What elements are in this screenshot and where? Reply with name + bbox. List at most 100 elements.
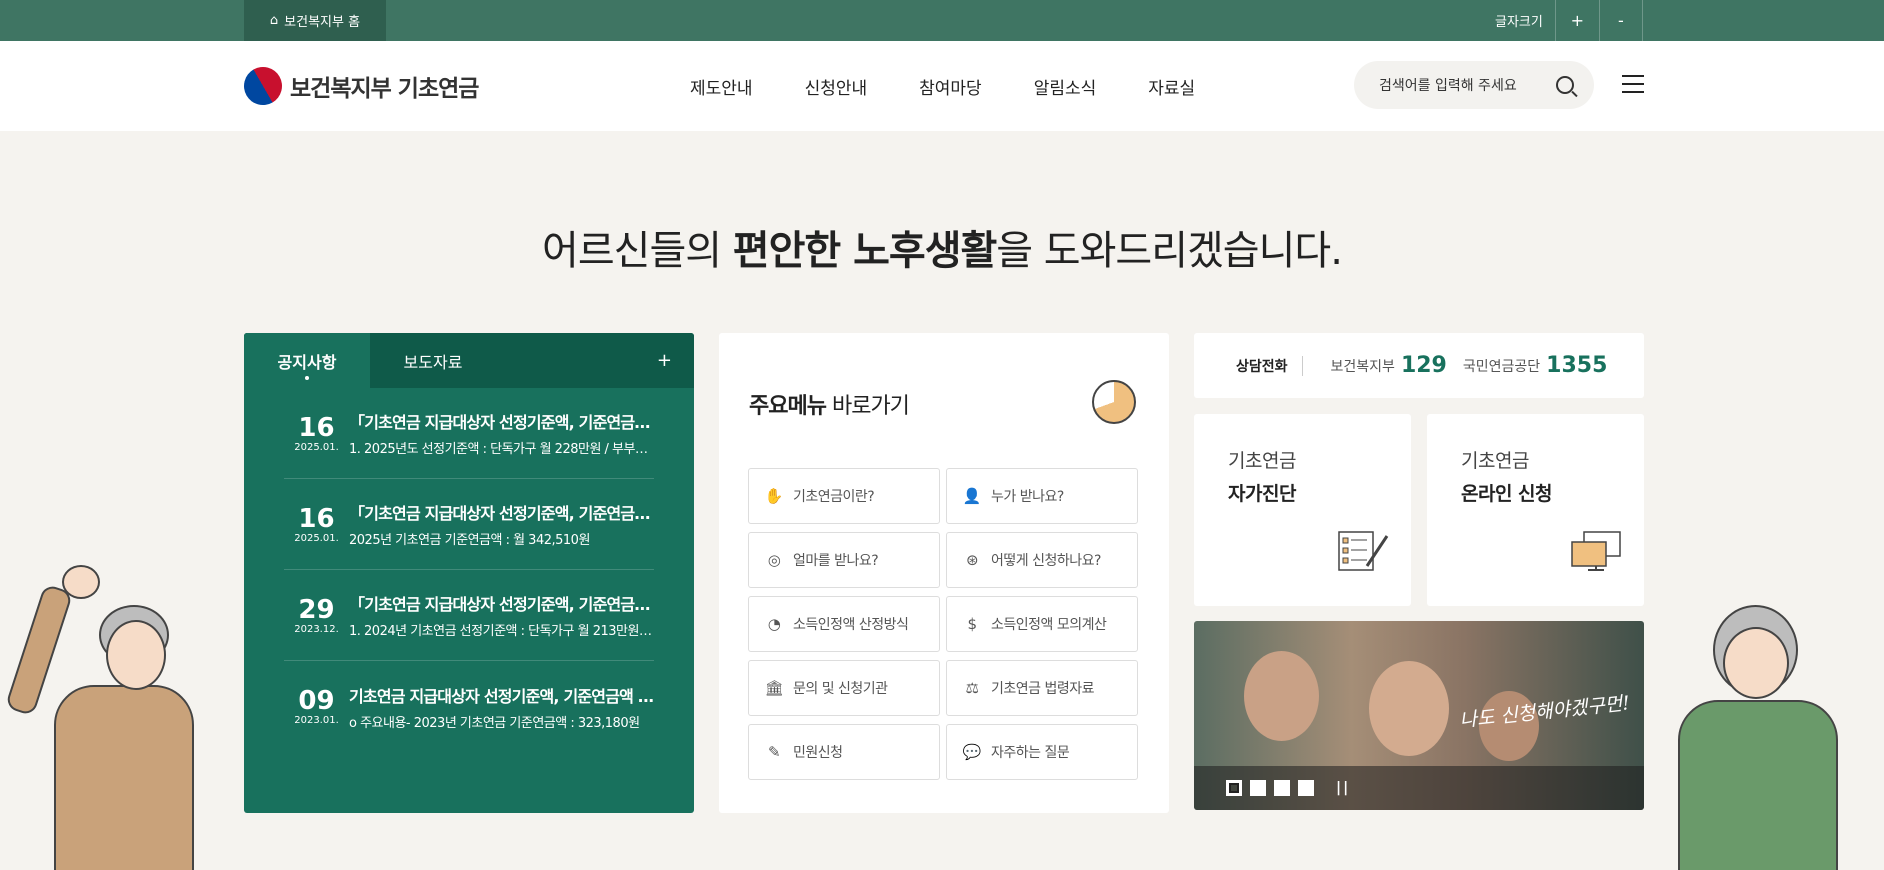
banner-dot[interactable] [1274, 780, 1290, 796]
grandmother-body [1678, 700, 1838, 870]
notice-item[interactable]: 16 2025.01. 「기초연금 지급대상자 선정기준액, 기준연금액 고시」… [284, 388, 654, 479]
notice-year-month: 2023.12. [294, 623, 339, 635]
bank-icon: 🏛 [764, 679, 784, 697]
nav-item-news[interactable]: 알림소식 [1034, 74, 1097, 99]
home-link[interactable]: ⌂ 보건복지부 홈 [244, 0, 386, 41]
pie-chart-icon [1092, 380, 1136, 424]
font-size-controls: 글자크기 + - [1483, 0, 1643, 41]
notice-day: 16 [298, 503, 335, 534]
quick-item-label: 자주하는 질문 [991, 745, 1070, 761]
quick-item-what-is-pension[interactable]: ✋ 기초연금이란? [748, 468, 940, 524]
quick-item-label: 기초연금이란? [793, 489, 875, 505]
quick-item-label: 얼마를 받나요? [793, 553, 879, 569]
call-org-mohw: 보건복지부 [1330, 358, 1395, 375]
quick-item-label: 소득인정액 산정방식 [793, 617, 909, 633]
quick-item-how-much[interactable]: ◎ 얼마를 받나요? [748, 532, 940, 588]
banner-photo [1244, 651, 1319, 741]
gavel-icon: ⚖ [965, 679, 979, 697]
call-number-mohw[interactable]: 129 [1401, 353, 1447, 378]
banner-controls: || [1194, 766, 1644, 810]
search-placeholder: 검색어를 입력해 주세요 [1379, 78, 1517, 94]
taegeuk-logo-icon [237, 60, 289, 112]
search-icon[interactable] [1556, 76, 1574, 94]
home-icon: ⌂ [269, 13, 279, 28]
banner-dot[interactable] [1226, 780, 1242, 796]
quick-item-inquiry-offices[interactable]: 🏛 문의 및 신청기관 [748, 660, 940, 716]
notice-item[interactable]: 29 2023.12. 「기초연금 지급대상자 선정기준액, 기준연금액 고시」… [284, 570, 654, 661]
hero-text-bold: 편안한 노후생활 [732, 228, 998, 274]
nav-item-participation[interactable]: 참여마당 [919, 74, 982, 99]
notice-text: 「기초연금 지급대상자 선정기준액, 기준연금액 고시」 개정 2025년 기초… [349, 500, 654, 548]
top-utility-bar: ⌂ 보건복지부 홈 글자크기 + - [0, 0, 1884, 41]
quick-item-label: 민원신청 [793, 745, 843, 761]
notice-day: 29 [298, 594, 335, 625]
quick-item-civil-request[interactable]: ✎ 민원신청 [748, 724, 940, 780]
notice-list: 16 2025.01. 「기초연금 지급대상자 선정기준액, 기준연금액 고시」… [244, 388, 694, 752]
nav-item-application-guide[interactable]: 신청안내 [805, 74, 868, 99]
pause-icon[interactable]: || [1336, 780, 1350, 796]
notice-date: 09 2023.01. [284, 687, 349, 726]
promo-banner[interactable]: 나도 신청해야겠구먼! || [1194, 621, 1644, 810]
notice-item[interactable]: 16 2025.01. 「기초연금 지급대상자 선정기준액, 기준연금액 고시」… [284, 479, 654, 570]
quick-menu-title-bold: 주요메뉴 [749, 394, 827, 419]
coin-hand-icon: ✋ [764, 487, 784, 505]
font-size-increase-button[interactable]: + [1554, 0, 1599, 41]
card-line2: 온라인 신청 [1461, 483, 1553, 505]
notice-summary: 1. 2025년도 선정기준액 : 단독가구 월 228만원 / 부부가구 월 … [349, 442, 654, 457]
notice-more-button[interactable]: + [657, 333, 672, 388]
home-link-label: 보건복지부 홈 [284, 15, 361, 30]
notice-year-month: 2023.01. [294, 715, 339, 726]
banner-dot[interactable] [1250, 780, 1266, 796]
call-org-nps: 국민연금공단 [1462, 358, 1541, 375]
hamburger-menu-icon[interactable] [1622, 75, 1644, 93]
nav-item-system-guide[interactable]: 제도안내 [690, 74, 753, 99]
font-size-decrease-button[interactable]: - [1598, 0, 1643, 41]
grandfather-illustration [4, 565, 229, 870]
notice-title: 「기초연금 지급대상자 선정기준액, 기준연금액 고시」 개정 [349, 413, 654, 432]
self-diagnosis-card[interactable]: 기초연금 자가진단 [1194, 414, 1411, 606]
banner-dot[interactable] [1298, 780, 1314, 796]
quick-item-faq[interactable]: 💬 자주하는 질문 [946, 724, 1138, 780]
quick-item-income-simulation[interactable]: $ 소득인정액 모의계산 [946, 596, 1138, 652]
chat-bubble-icon: 💬 [962, 743, 982, 761]
notice-tabs: 공지사항 보도자료 + [244, 333, 694, 388]
notice-summary: o 주요내용- 2023년 기초연금 기준연금액 : 323,180원 [349, 715, 640, 731]
grandfather-arm [4, 583, 74, 717]
card-line1: 기초연금 [1228, 450, 1296, 472]
quick-menu-panel: 주요메뉴 바로가기 ✋ 기초연금이란? 👤 누가 받나요? ◎ 얼마를 받나요? ⊛ 어… [719, 333, 1169, 813]
notice-text: 「기초연금 지급대상자 선정기준액, 기준연금액 고시」 개정 1. 2025년… [349, 409, 654, 457]
hero-text-post: 을 도와드리겠습니다. [996, 228, 1343, 274]
money-bag-icon: $ [967, 615, 977, 633]
piggy-bank-icon: ◔ [767, 615, 781, 633]
notice-date: 29 2023.12. [284, 596, 349, 635]
call-number-nps[interactable]: 1355 [1546, 353, 1607, 378]
tab-notices[interactable]: 공지사항 [244, 333, 370, 388]
call-center-box: 상담전화 보건복지부 129 국민연금공단 1355 [1194, 333, 1644, 398]
notice-date: 16 2025.01. [284, 414, 349, 453]
quick-item-who-receives[interactable]: 👤 누가 받나요? [946, 468, 1138, 524]
notice-text: 「기초연금 지급대상자 선정기준액, 기준연금액 고시」 개정 1. 2024년… [349, 591, 654, 639]
nav-item-archive[interactable]: 자료실 [1148, 74, 1195, 99]
search-input[interactable]: 검색어를 입력해 주세요 [1354, 61, 1594, 109]
notice-year-month: 2025.01. [294, 532, 339, 544]
notice-year-month: 2025.01. [294, 441, 339, 453]
grandmother-illustration [1658, 605, 1858, 870]
person-icon: 👤 [962, 487, 982, 505]
notice-title: 「기초연금 지급대상자 선정기준액, 기준연금액 고시」 개정 [349, 595, 654, 614]
main-nav: 제도안내 신청안내 참여마당 알림소식 자료실 [690, 41, 1195, 131]
quick-menu-title-rest: 바로가기 [825, 394, 910, 419]
online-application-card[interactable]: 기초연금 온라인 신청 [1427, 414, 1644, 606]
quick-item-label: 소득인정액 모의계산 [991, 617, 1107, 633]
site-header: 보건복지부 기초연금 제도안내 신청안내 참여마당 알림소식 자료실 검색어를 … [0, 41, 1884, 131]
quick-item-legal-docs[interactable]: ⚖ 기초연금 법령자료 [946, 660, 1138, 716]
quick-item-label: 누가 받나요? [991, 489, 1064, 505]
tab-press-releases[interactable]: 보도자료 [370, 333, 496, 388]
notice-day: 16 [298, 412, 335, 443]
notice-item[interactable]: 09 2023.01. 기초연금 지급대상자 선정기준액, 기준연금액 고시 개… [284, 661, 654, 752]
site-logo[interactable]: 보건복지부 기초연금 [237, 60, 479, 112]
card-line2: 자가진단 [1228, 483, 1296, 505]
quick-item-how-to-apply[interactable]: ⊛ 어떻게 신청하나요? [946, 532, 1138, 588]
notice-title: 「기초연금 지급대상자 선정기준액, 기준연금액 고시」 개정 [349, 504, 654, 523]
notice-board: 공지사항 보도자료 + 16 2025.01. 「기초연금 지급대상자 선정기준… [244, 333, 694, 813]
quick-item-income-method[interactable]: ◔ 소득인정액 산정방식 [748, 596, 940, 652]
